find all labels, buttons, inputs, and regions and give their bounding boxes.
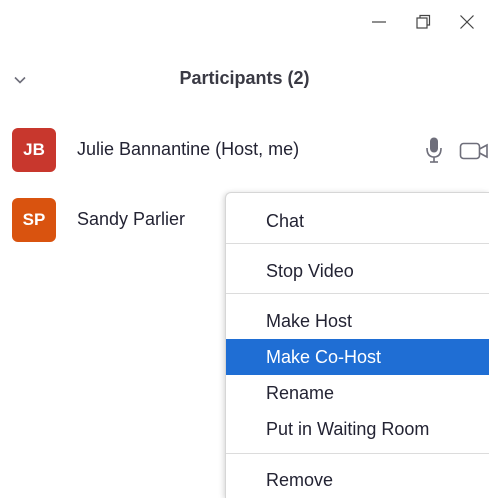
participants-header: Participants (2) [0,64,489,96]
close-icon [460,15,474,29]
minimize-icon [372,21,386,23]
menu-item-make-host[interactable]: Make Host [226,303,489,339]
avatar: SP [12,198,56,242]
restore-button[interactable] [401,0,445,44]
participant-context-menu: Chat Stop Video Make Host Make Co-Host R… [225,192,489,498]
microphone-icon[interactable] [424,136,444,164]
menu-item-make-co-host[interactable]: Make Co-Host [226,339,489,375]
close-button[interactable] [445,0,489,44]
minimize-button[interactable] [357,0,401,44]
participant-row[interactable]: JB Julie Bannantine (Host, me) [0,128,489,176]
restore-icon [416,14,431,29]
window-controls [357,0,489,44]
participant-name: Sandy Parlier [77,209,186,229]
menu-item-stop-video[interactable]: Stop Video [226,253,489,289]
menu-divider [226,243,489,244]
menu-divider [226,293,489,294]
menu-item-put-in-waiting-room[interactable]: Put in Waiting Room [226,411,489,447]
menu-item-remove[interactable]: Remove [226,462,489,498]
page-title: Participants (2) [179,68,310,88]
participant-name: Julie Bannantine (Host, me) [77,139,300,159]
menu-item-rename[interactable]: Rename [226,375,489,411]
video-camera-icon[interactable] [459,142,489,160]
menu-divider [226,453,489,454]
avatar: JB [12,128,56,172]
menu-item-chat[interactable]: Chat [226,203,489,239]
